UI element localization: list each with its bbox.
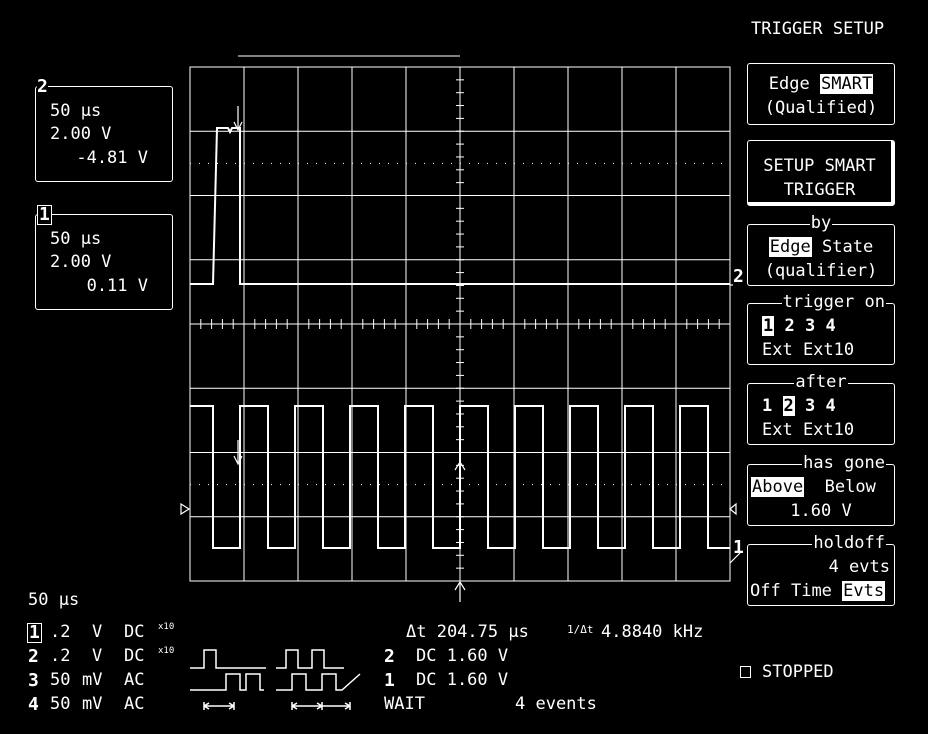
trigger-on-menu[interactable]: trigger on 1 2 3 4 Ext Ext10 [747,292,895,365]
time-cursor-arrow [454,460,466,478]
trigger-arrow-ch2 [233,106,243,132]
smart-option-selected[interactable]: SMART [820,74,874,94]
holdoff-count[interactable]: 4 evts [748,559,890,576]
trigger-level-marker [180,502,191,516]
holdoff-time-option[interactable]: Time [791,581,832,601]
ch4-coupling: AC [124,694,145,714]
ch4-num: 4 [28,694,39,715]
ch2-num: 2 [28,646,39,667]
edge-option[interactable]: Edge [769,74,810,94]
setup-smart-trigger-button[interactable]: SETUP SMART TRIGGER [747,140,895,206]
acquisition-status: STOPPED [762,662,834,682]
trigger-on-ch1-selected[interactable]: 1 [762,316,775,336]
holdoff-menu[interactable]: holdoff 4 evts Off Time Evts [747,533,895,606]
wait-status: WAIT [384,694,425,714]
edge-smart-menu[interactable]: Edge SMART (Qualified) [747,63,895,125]
ch4-unit: mV [82,694,103,714]
trace-2-marker: 2 [733,266,744,287]
ch1-num: 1 [27,622,42,643]
setup-line2: TRIGGER [783,180,856,200]
has-gone-legend: has gone [802,453,886,473]
ch3-num: 3 [28,670,39,691]
by-menu[interactable]: by Edge State (qualifier) [747,213,895,286]
level-value[interactable]: 1.60 V [748,503,894,520]
ch1-coupling: DC [124,622,145,642]
setup-line1: SETUP SMART [763,156,876,176]
trigger-on-legend: trigger on [781,292,886,312]
after-legend: after [794,372,848,392]
ch4-scale: 50 [50,694,71,714]
below-option[interactable]: Below [825,477,876,497]
time-cursor-arrow-bottom [454,580,466,602]
ch2-mult: x10 [158,646,175,656]
trace-1-marker: 1 [733,537,744,558]
trig-level-ch2-num: 2 [384,646,395,667]
after-ch1-option[interactable]: 1 [762,396,772,416]
after-ext[interactable]: Ext Ext10 [762,422,894,439]
holdoff-legend: holdoff [812,533,886,553]
qualifier-label: (qualifier) [764,261,878,281]
ch3-coupling: AC [124,670,145,690]
after-other-channels[interactable]: 3 4 [805,396,836,416]
trig-level-ch1-num: 1 [384,670,395,691]
trigger-on-ext[interactable]: Ext Ext10 [762,342,894,359]
right-level-marker [729,502,737,516]
events-count: 4 events [515,694,597,714]
ch1-scale: .2 [50,622,71,642]
ch2-scale: .2 [50,646,71,666]
inverse-delta-t-label: 1/Δt [567,623,594,636]
edge-by-selected[interactable]: Edge [768,237,812,257]
by-legend: by [809,213,833,233]
stopped-checkbox-icon[interactable] [740,666,751,678]
ch3-scale: 50 [50,670,71,690]
qualified-label: (Qualified) [764,98,878,118]
ch2-unit: V [92,646,103,666]
above-selected[interactable]: Above [751,477,805,497]
has-gone-menu[interactable]: has gone Above Below 1.60 V [747,453,895,526]
delta-t-readout: Δt 204.75 μs [406,622,529,642]
trig-level-ch1-text: DC 1.60 V [416,670,509,690]
holdoff-evts-selected[interactable]: Evts [842,581,886,601]
ch1-mult: x10 [158,622,175,632]
ch3-unit: mV [82,670,103,690]
frequency-readout: 4.8840 kHz [601,622,704,642]
ch2-coupling: DC [124,646,145,666]
state-by-option[interactable]: State [822,237,873,257]
trigger-pattern-icon [190,649,361,710]
bottom-timebase: 50 μs [28,590,80,610]
after-menu[interactable]: after 1 2 3 4 Ext Ext10 [747,372,895,445]
holdoff-off-option[interactable]: Off [750,581,781,601]
after-ch2-selected[interactable]: 2 [782,396,795,416]
trigger-on-other-channels[interactable]: 2 3 4 [785,316,836,336]
ch1-unit: V [92,622,103,642]
trig-level-ch2-text: DC 1.60 V [416,646,509,666]
